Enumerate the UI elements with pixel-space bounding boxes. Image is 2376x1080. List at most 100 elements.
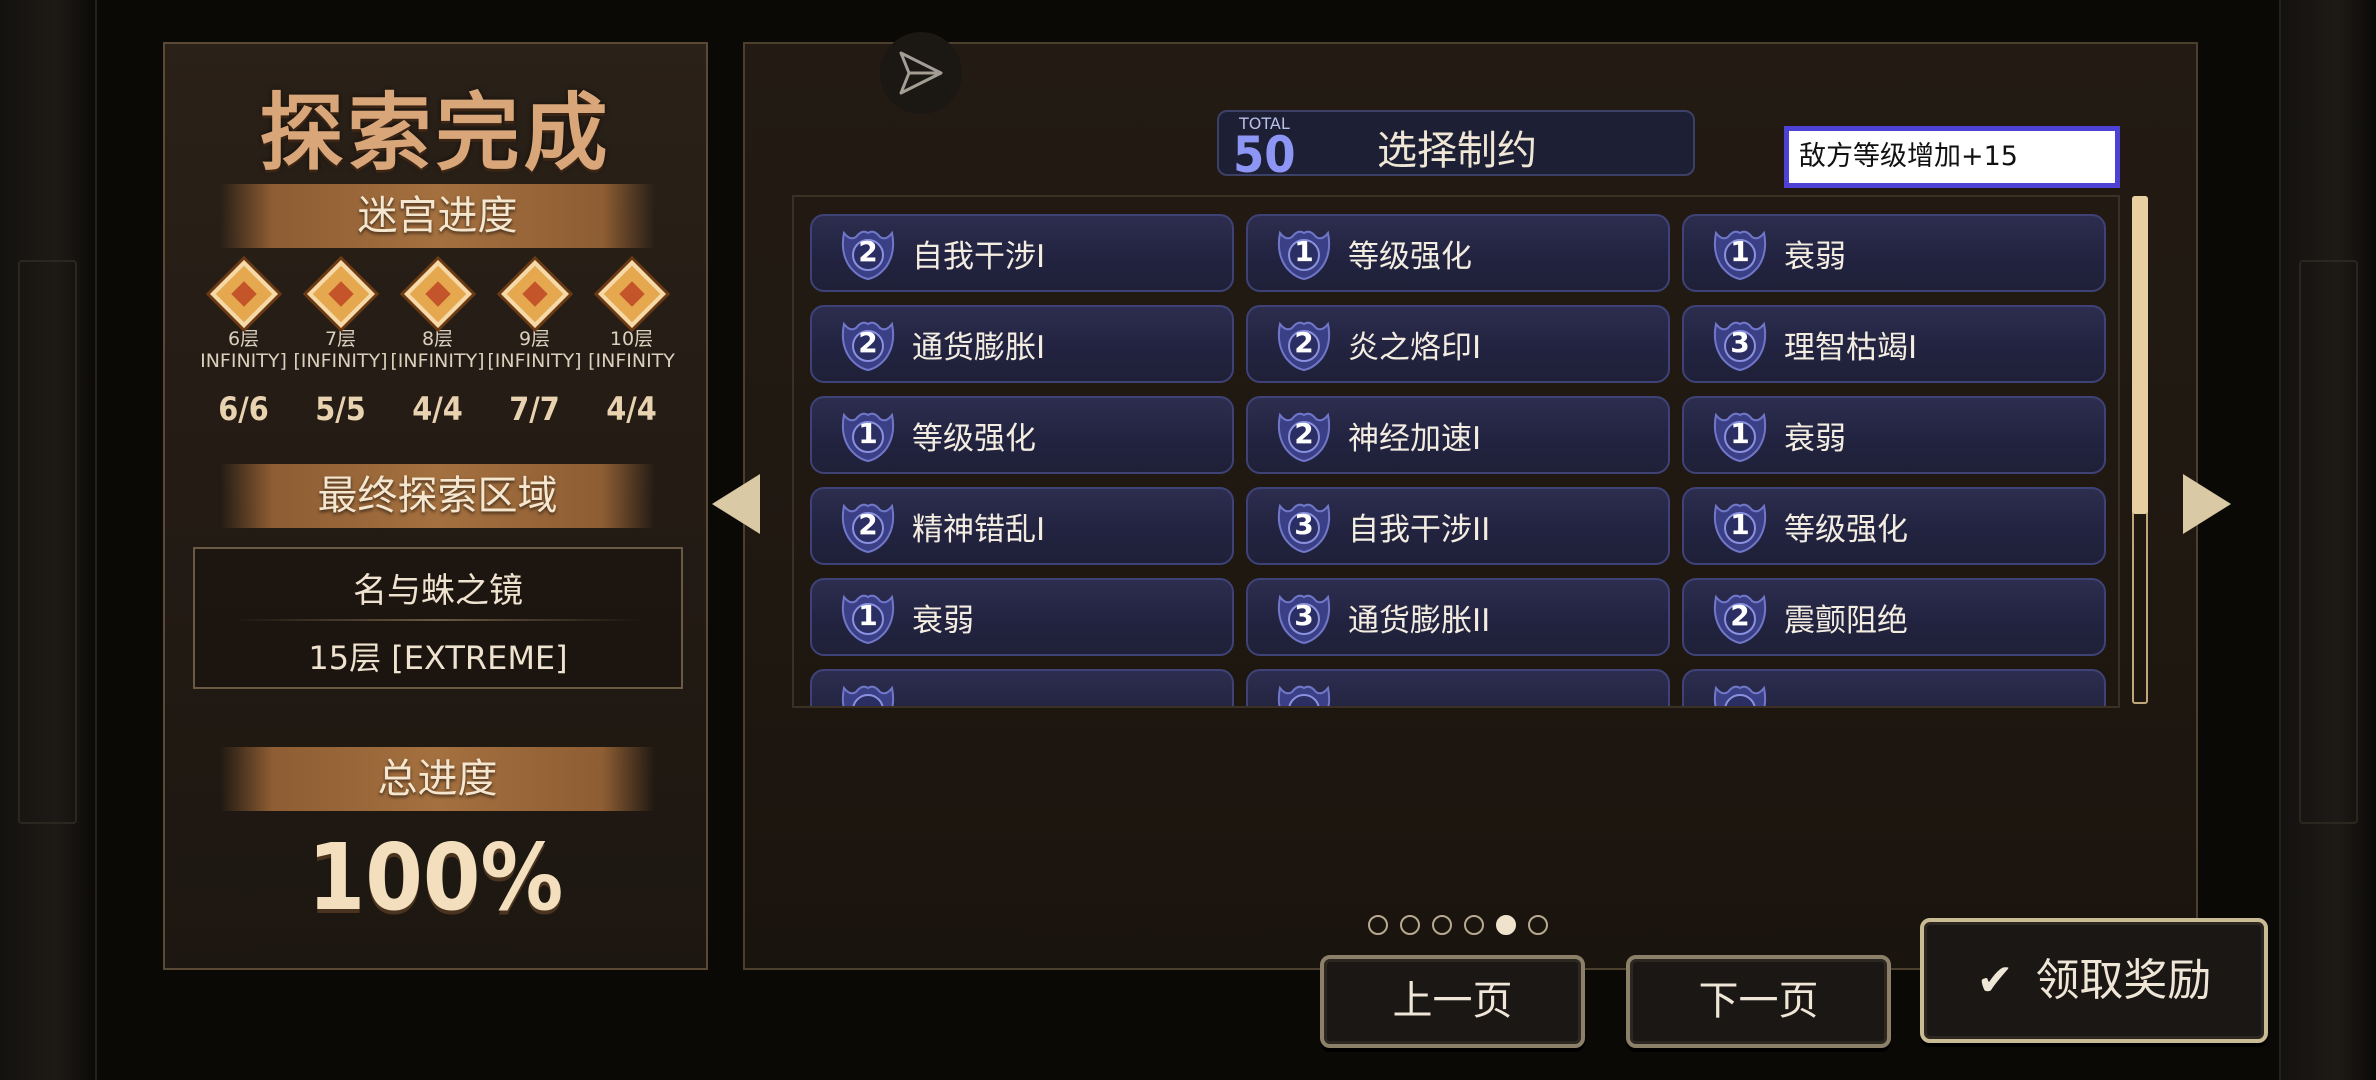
clear-medal-icon bbox=[597, 260, 666, 328]
constraint-card[interactable]: 1 衰弱 bbox=[1682, 214, 2106, 292]
section-title: 选择制约 bbox=[1377, 128, 1537, 174]
constraint-label: 炎之烙印I bbox=[1348, 329, 1482, 366]
page-dot[interactable] bbox=[1432, 915, 1452, 935]
constraint-level-icon: 1 bbox=[1708, 225, 1772, 281]
constraint-card[interactable]: 2 通货膨胀I bbox=[810, 305, 1234, 383]
constraint-level-icon: 2 bbox=[836, 316, 900, 372]
constraint-level-icon: 2 bbox=[836, 498, 900, 554]
constraint-label: 自我干涉I bbox=[912, 238, 1046, 275]
constraint-level-icon: 2 bbox=[1272, 316, 1336, 372]
constraint-label: 理智枯竭I bbox=[1784, 329, 1918, 366]
checkmark-icon: ✔ bbox=[1976, 955, 2014, 1006]
floor-count: 4/4 bbox=[412, 390, 463, 428]
constraint-level-icon bbox=[1272, 680, 1336, 706]
effect-tooltip: 敌方等级增加+15 bbox=[1784, 126, 2120, 188]
constraint-card[interactable]: 3 理智枯竭I bbox=[1682, 305, 2106, 383]
constraint-level: 2 bbox=[858, 508, 878, 541]
constraint-grid: 2 自我干涉I 1 等级强化 1 衰弱 2 通货膨胀I 2 炎之烙印I 3 理智枯竭I 1 等级强化 2 神经… bbox=[810, 214, 2106, 706]
floor-name: 6层 bbox=[227, 328, 260, 350]
clear-medal-icon bbox=[306, 260, 375, 328]
left-frame-decoration bbox=[0, 0, 97, 1080]
floor-item: 7层 [INFINITY] 5/5 bbox=[292, 260, 389, 428]
constraint-level: 1 bbox=[1730, 508, 1750, 541]
constraint-card[interactable]: 1 等级强化 bbox=[810, 396, 1234, 474]
constraint-level: 2 bbox=[858, 235, 878, 268]
constraint-level: 3 bbox=[1294, 599, 1314, 632]
constraint-card[interactable]: 3 通货膨胀II bbox=[1246, 578, 1670, 656]
constraint-label: 震颤阻绝 bbox=[1784, 602, 1908, 639]
constraint-card[interactable]: 1 等级强化 bbox=[1682, 487, 2106, 565]
constraint-label: 等级强化 bbox=[1348, 238, 1472, 275]
area-level: 15层 [EXTREME] bbox=[308, 639, 568, 677]
constraint-level-icon bbox=[836, 680, 900, 706]
floor-count: 4/4 bbox=[606, 390, 657, 428]
floor-name: 10层 bbox=[609, 328, 654, 350]
constraint-label: 等级强化 bbox=[912, 420, 1036, 457]
page-dot[interactable] bbox=[1368, 915, 1388, 935]
area-name: 名与蛛之镜 bbox=[353, 571, 523, 611]
constraint-level-icon: 1 bbox=[836, 589, 900, 645]
constraint-label: 衰弱 bbox=[1784, 420, 1846, 457]
constraint-card[interactable]: 1 衰弱 bbox=[810, 578, 1234, 656]
previous-arrow-icon[interactable] bbox=[712, 474, 760, 534]
page-dot[interactable] bbox=[1496, 915, 1516, 935]
constraint-level-icon: 3 bbox=[1272, 498, 1336, 554]
clear-medal-icon bbox=[403, 260, 472, 328]
page-dot[interactable] bbox=[1400, 915, 1420, 935]
floor-name: 7层 bbox=[324, 328, 357, 350]
final-area-header: 最终探索区域 bbox=[220, 464, 655, 528]
constraint-card[interactable]: 2 神经加速I bbox=[1246, 396, 1670, 474]
constraint-card[interactable]: 3 自我干涉II bbox=[1246, 487, 1670, 565]
page-dot[interactable] bbox=[1528, 915, 1548, 935]
page-dot[interactable] bbox=[1464, 915, 1484, 935]
constraint-card-partial[interactable] bbox=[1246, 669, 1670, 706]
constraint-level-icon: 2 bbox=[1272, 407, 1336, 463]
right-frame-decoration bbox=[2279, 0, 2376, 1080]
constraint-card-partial[interactable] bbox=[1682, 669, 2106, 706]
maze-progress-header: 迷宫进度 bbox=[220, 184, 655, 248]
previous-page-button[interactable]: 上一页 bbox=[1320, 955, 1585, 1048]
floor-mode: INFINITY] bbox=[200, 350, 287, 372]
constraint-level: 2 bbox=[1730, 599, 1750, 632]
constraint-level-icon: 1 bbox=[1708, 498, 1772, 554]
constraint-level: 1 bbox=[1730, 235, 1750, 268]
constraint-card[interactable]: 2 自我干涉I bbox=[810, 214, 1234, 292]
floor-count: 6/6 bbox=[218, 390, 269, 428]
constraint-card[interactable]: 2 震颤阻绝 bbox=[1682, 578, 2106, 656]
constraint-level-icon bbox=[1708, 680, 1772, 706]
total-progress-header: 总进度 bbox=[220, 747, 655, 811]
constraint-card[interactable]: 1 等级强化 bbox=[1246, 214, 1670, 292]
constraint-header: TOTAL 50 选择制约 bbox=[1217, 110, 1695, 184]
constraint-level-icon: 3 bbox=[1708, 316, 1772, 372]
constraint-card[interactable]: 2 炎之烙印I bbox=[1246, 305, 1670, 383]
next-arrow-icon[interactable] bbox=[2183, 474, 2231, 534]
divider bbox=[235, 619, 641, 621]
share-button[interactable] bbox=[880, 32, 962, 114]
scrollbar-thumb[interactable] bbox=[2132, 196, 2148, 514]
constraint-label: 衰弱 bbox=[1784, 238, 1846, 275]
floor-name: 9层 bbox=[518, 328, 551, 350]
constraint-grid-viewport: 2 自我干涉I 1 等级强化 1 衰弱 2 通货膨胀I 2 炎之烙印I 3 理智枯竭I 1 等级强化 2 神经… bbox=[792, 195, 2120, 708]
page-indicator bbox=[1368, 915, 1548, 935]
constraint-level-icon: 1 bbox=[836, 407, 900, 463]
floor-count: 5/5 bbox=[315, 390, 366, 428]
constraint-card[interactable]: 2 精神错乱I bbox=[810, 487, 1234, 565]
claim-reward-button[interactable]: ✔ 领取奖励 bbox=[1920, 918, 2268, 1043]
constraint-level: 1 bbox=[1294, 235, 1314, 268]
constraint-level: 1 bbox=[858, 417, 878, 450]
constraint-card[interactable]: 1 衰弱 bbox=[1682, 396, 2106, 474]
next-page-button[interactable]: 下一页 bbox=[1626, 955, 1891, 1048]
constraint-label: 等级强化 bbox=[1784, 511, 1908, 548]
floor-item: 9层 [INFINITY] 7/7 bbox=[486, 260, 583, 428]
final-area-box: 名与蛛之镜 15层 [EXTREME] bbox=[193, 547, 683, 689]
constraint-level-icon: 2 bbox=[1708, 589, 1772, 645]
floor-progress-list: 6层 INFINITY] 6/6 7层 [INFINITY] 5/5 8层 [I… bbox=[195, 260, 680, 428]
floor-mode: [INFINITY] bbox=[293, 350, 388, 372]
constraint-level: 1 bbox=[858, 599, 878, 632]
floor-item: 6层 INFINITY] 6/6 bbox=[195, 260, 292, 428]
constraint-level-icon: 1 bbox=[1708, 407, 1772, 463]
constraint-level: 2 bbox=[1294, 417, 1314, 450]
total-progress-value: 100% bbox=[307, 824, 564, 931]
constraint-card-partial[interactable] bbox=[810, 669, 1234, 706]
total-score: 50 bbox=[1233, 126, 1296, 184]
